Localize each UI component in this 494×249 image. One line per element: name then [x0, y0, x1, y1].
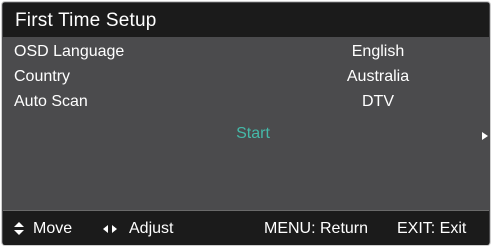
menu-item-country[interactable]: Country Australia: [3, 68, 489, 92]
country-label: Country: [14, 68, 71, 85]
menu-item-osd-language[interactable]: OSD Language English: [3, 43, 489, 67]
up-down-arrows-icon: [13, 222, 25, 236]
menu-item-auto-scan[interactable]: Auto Scan DTV: [3, 93, 489, 117]
menu-return-hint: MENU: Return: [264, 220, 369, 237]
exit-hint: EXIT: Exit: [397, 220, 467, 237]
help-bar: Move Adjust MENU: Return EXIT: Exit: [3, 210, 489, 245]
title-bar: First Time Setup: [3, 3, 489, 37]
setup-dialog: First Time Setup OSD Language English Co…: [1, 1, 491, 246]
auto-scan-value[interactable]: DTV: [303, 93, 453, 111]
left-right-arrows-icon: [103, 224, 121, 234]
auto-scan-label: Auto Scan: [14, 93, 88, 110]
right-arrow-icon[interactable]: [482, 132, 488, 140]
start-button[interactable]: Start: [213, 125, 293, 143]
osd-language-value[interactable]: English: [303, 43, 453, 61]
adjust-hint: Adjust: [129, 220, 174, 237]
settings-list: OSD Language English Country Australia A…: [3, 37, 489, 210]
osd-language-label: OSD Language: [14, 43, 125, 60]
country-value[interactable]: Australia: [303, 68, 453, 86]
move-hint: Move: [33, 220, 73, 237]
dialog-title: First Time Setup: [15, 10, 157, 31]
